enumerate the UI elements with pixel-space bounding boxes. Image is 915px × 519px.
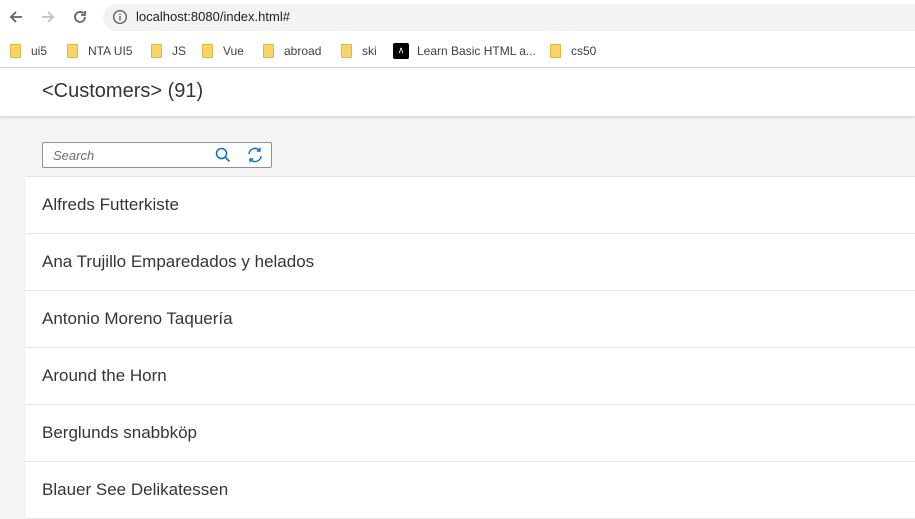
forward-button[interactable] [37,6,59,28]
search-input[interactable] [43,143,203,167]
folder-icon [550,44,561,58]
customer-name: Berglunds snabbköp [42,423,198,442]
browser-toolbar: localhost:8080/index.html# [0,0,915,35]
customer-list-panel: Alfreds Futterkiste Ana Trujillo Empared… [26,118,915,519]
bookmark-label: Vue [223,44,244,58]
bookmark-ui5[interactable]: ui5 [10,41,47,61]
bookmark-nta-ui5[interactable]: NTA UI5 [67,41,132,61]
search-field [42,142,272,168]
refresh-button[interactable] [245,145,265,165]
reload-icon [74,11,86,23]
list-item[interactable]: Blauer See Delikatessen [26,462,915,519]
bookmark-label: JS [172,44,187,58]
bookmark-cs50[interactable]: cs50 [550,41,596,61]
folder-icon [202,44,213,58]
url-text[interactable]: localhost:8080/index.html# [136,9,290,24]
bookmark-js[interactable]: JS [151,41,186,61]
bookmark-learn-html[interactable]: ∧ Learn Basic HTML a... [393,41,536,61]
folder-icon [151,44,162,58]
folder-icon [341,44,352,58]
customer-name: Ana Trujillo Emparedados y helados [42,252,315,271]
customer-list: Alfreds Futterkiste Ana Trujillo Empared… [26,176,915,519]
codeacademy-icon: ∧ [393,43,409,59]
customer-name: Alfreds Futterkiste [42,195,179,214]
folder-icon [10,44,21,58]
folder-icon [263,44,274,58]
customer-name: Around the Horn [42,366,167,385]
bookmark-vue[interactable]: Vue [202,41,244,61]
bookmark-ski[interactable]: ski [341,41,377,61]
customer-name: Antonio Moreno Taquería [42,309,233,328]
arrow-left-icon [9,11,22,23]
bookmark-label: cs50 [571,44,597,58]
bookmark-label: NTA UI5 [88,44,133,58]
back-button[interactable] [5,6,27,28]
bookmarks-bar: ui5 NTA UI5 JS Vue abroad ski ∧ Learn Ba… [0,35,915,68]
bookmark-label: ui5 [31,44,48,58]
folder-icon [67,44,78,58]
bookmark-label: abroad [284,44,322,58]
info-icon[interactable] [112,9,128,25]
customer-name: Blauer See Delikatessen [42,480,229,499]
refresh-icon [248,147,262,163]
search-button[interactable] [213,145,233,165]
page-header: <Customers> (91) [0,68,915,116]
reload-button[interactable] [69,6,91,28]
page-title: <Customers> (91) [42,80,204,102]
list-item[interactable]: Antonio Moreno Taquería [26,291,915,348]
list-item[interactable]: Around the Horn [26,348,915,405]
list-item[interactable]: Ana Trujillo Emparedados y helados [26,234,915,291]
bookmark-abroad[interactable]: abroad [263,41,321,61]
address-bar[interactable]: localhost:8080/index.html# [103,4,915,31]
list-item[interactable]: Alfreds Futterkiste [26,177,915,234]
bookmark-label: Learn Basic HTML a... [417,44,536,58]
list-item[interactable]: Berglunds snabbköp [26,405,915,462]
arrow-right-icon [42,11,55,23]
bookmark-label: ski [362,44,377,58]
search-icon [215,147,231,163]
